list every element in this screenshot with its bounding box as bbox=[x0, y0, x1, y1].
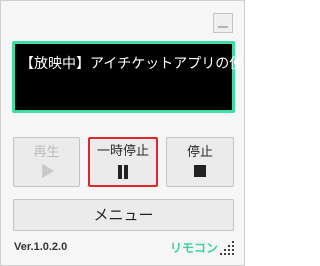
stop-icon bbox=[194, 165, 206, 177]
now-playing-display: 【放映中】アイチケットアプリの使い方 bbox=[12, 41, 271, 113]
now-playing-text: 【放映中】アイチケットアプリの使い方 bbox=[20, 56, 272, 72]
pause-button[interactable]: 一時停止 bbox=[88, 137, 158, 187]
stop-button[interactable]: 停止 bbox=[166, 137, 234, 187]
remote-window: 【放映中】アイチケットアプリの使い方 再生 一時停止 停止 メニュー Ver.1… bbox=[0, 0, 271, 266]
resize-grip-icon[interactable] bbox=[220, 241, 234, 255]
pause-icon bbox=[117, 165, 129, 179]
minimize-button[interactable] bbox=[213, 13, 233, 33]
brand-logo: リモコン bbox=[170, 241, 219, 255]
pause-label: 一時停止 bbox=[96, 144, 149, 159]
minimize-icon bbox=[218, 26, 228, 28]
play-button[interactable]: 再生 bbox=[13, 137, 80, 187]
menu-button[interactable]: メニュー bbox=[13, 199, 234, 231]
play-icon bbox=[41, 164, 54, 178]
play-label: 再生 bbox=[33, 145, 60, 160]
stop-label: 停止 bbox=[186, 145, 213, 160]
version-label: Ver.1.0.2.0 bbox=[14, 241, 68, 253]
